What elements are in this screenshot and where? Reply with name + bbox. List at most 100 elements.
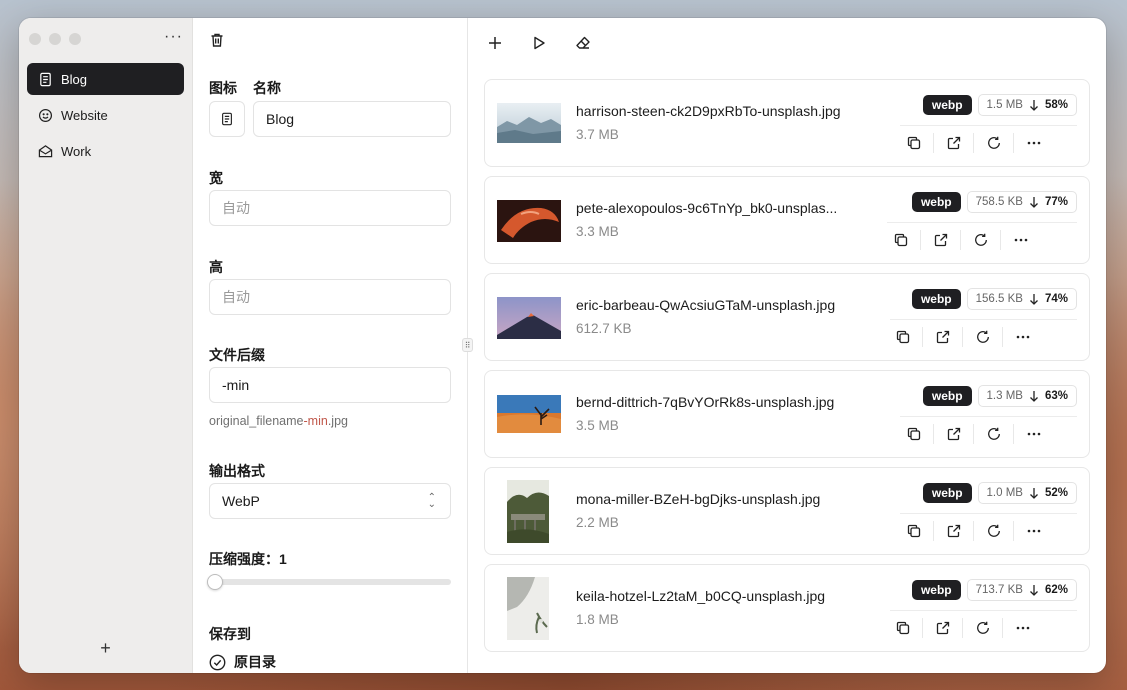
file-card[interactable]: harrison-steen-ck2D9pxRbTo-unsplash.jpg … (484, 79, 1090, 167)
copy-icon[interactable] (881, 230, 921, 250)
new-size: 1.0 MB (986, 487, 1023, 499)
open-external-icon[interactable] (934, 424, 974, 444)
size-stat: 758.5 KB 77% (966, 191, 1077, 213)
more-icon[interactable] (1014, 424, 1054, 444)
open-external-icon[interactable] (934, 133, 974, 153)
minimize-window-button[interactable] (49, 33, 61, 45)
reduction-percent: 52% (1044, 487, 1068, 499)
file-size: 1.8 MB (576, 612, 619, 627)
file-actions (894, 133, 1054, 153)
suffix-input[interactable]: -min (209, 367, 451, 403)
eraser-icon[interactable] (572, 32, 594, 54)
save-option-label: 原目录 (234, 654, 276, 670)
compression-result: webp 1.5 MB 58% (922, 94, 1077, 116)
sidebar-item-blog[interactable]: Blog (27, 63, 184, 95)
chevron-up-down-icon: ⌃ ⌄ (427, 492, 436, 510)
suffix-label: 文件后缀 (209, 347, 265, 363)
add-icon[interactable] (484, 32, 506, 54)
copy-icon[interactable] (883, 327, 923, 347)
file-size: 612.7 KB (576, 321, 632, 336)
copy-icon[interactable] (894, 424, 934, 444)
format-badge: webp (922, 386, 972, 406)
sidebar-item-work[interactable]: Work (27, 135, 184, 167)
image-thumbnail (497, 200, 561, 242)
height-label: 高 (209, 259, 223, 275)
file-card[interactable]: keila-hotzel-Lz2taM_b0CQ-unsplash.jpg 1.… (484, 564, 1090, 652)
name-label: 名称 (253, 80, 281, 96)
format-badge: webp (911, 289, 961, 309)
open-external-icon[interactable] (921, 230, 961, 250)
window-controls (29, 33, 81, 45)
icon-label: 图标 (209, 80, 237, 96)
trash-icon[interactable] (209, 32, 225, 48)
name-input[interactable]: Blog (253, 101, 451, 137)
file-card[interactable]: eric-barbeau-QwAcsiuGTaM-unsplash.jpg 61… (484, 273, 1090, 361)
sidebar-list: Blog Website Work (27, 63, 184, 171)
compression-result: webp 156.5 KB 74% (911, 288, 1077, 310)
zoom-window-button[interactable] (69, 33, 81, 45)
compression-label: 压缩强度：1 (209, 551, 287, 567)
compression-result: webp 713.7 KB 62% (911, 579, 1077, 601)
refresh-icon[interactable] (961, 230, 1001, 250)
arrow-down-icon (1029, 584, 1039, 596)
compression-slider[interactable] (207, 574, 451, 590)
copy-icon[interactable] (883, 618, 923, 638)
file-actions (881, 230, 1041, 250)
more-icon[interactable]: ··· (164, 28, 183, 46)
smiley-icon (38, 108, 53, 123)
file-size: 3.7 MB (576, 127, 619, 142)
reduction-percent: 62% (1044, 584, 1068, 596)
icon-picker-button[interactable] (209, 101, 245, 137)
file-actions (894, 424, 1054, 444)
play-icon[interactable] (528, 32, 550, 54)
refresh-icon[interactable] (974, 521, 1014, 541)
more-icon[interactable] (1001, 230, 1041, 250)
height-input[interactable]: 自动 (209, 279, 451, 315)
document-icon (220, 112, 234, 126)
compression-result: webp 1.0 MB 52% (922, 482, 1077, 504)
suffix-hint: original_filename-min.jpg (209, 414, 348, 428)
new-size: 758.5 KB (975, 196, 1023, 208)
image-thumbnail (497, 297, 561, 339)
icon-name-labels: 图标 名称 (209, 78, 281, 98)
file-name: bernd-dittrich-7qBvYOrRk8s-unsplash.jpg (576, 394, 835, 410)
file-name: eric-barbeau-QwAcsiuGTaM-unsplash.jpg (576, 297, 836, 313)
divider (890, 319, 1077, 320)
refresh-icon[interactable] (974, 424, 1014, 444)
more-icon[interactable] (1003, 327, 1043, 347)
refresh-icon[interactable] (963, 618, 1003, 638)
sidebar-item-label: Blog (61, 71, 88, 87)
more-icon[interactable] (1014, 133, 1054, 153)
compression-result: webp 1.3 MB 63% (922, 385, 1077, 407)
divider (890, 610, 1077, 611)
file-card[interactable]: pete-alexopoulos-9c6TnYp_bk0-unsplas... … (484, 176, 1090, 264)
new-size: 156.5 KB (975, 293, 1023, 305)
copy-icon[interactable] (894, 521, 934, 541)
reduction-percent: 77% (1044, 196, 1068, 208)
image-thumbnail (507, 480, 549, 543)
copy-icon[interactable] (894, 133, 934, 153)
more-icon[interactable] (1003, 618, 1043, 638)
panel-resize-handle[interactable]: ⠿ (462, 338, 473, 352)
open-external-icon[interactable] (923, 327, 963, 347)
slider-thumb[interactable] (207, 574, 223, 590)
file-size: 2.2 MB (576, 515, 619, 530)
close-window-button[interactable] (29, 33, 41, 45)
size-stat: 1.3 MB 63% (977, 385, 1077, 407)
refresh-icon[interactable] (974, 133, 1014, 153)
add-group-button[interactable]: + (19, 638, 192, 659)
more-icon[interactable] (1014, 521, 1054, 541)
refresh-icon[interactable] (963, 327, 1003, 347)
file-card[interactable]: bernd-dittrich-7qBvYOrRk8s-unsplash.jpg … (484, 370, 1090, 458)
sidebar-item-website[interactable]: Website (27, 99, 184, 131)
settings-panel: 图标 名称 Blog 宽 自动 高 自动 文件后缀 -min original_… (193, 18, 473, 673)
file-card[interactable]: mona-miller-BZeH-bgDjks-unsplash.jpg 2.2… (484, 467, 1090, 555)
open-external-icon[interactable] (923, 618, 963, 638)
file-list-area: harrison-steen-ck2D9pxRbTo-unsplash.jpg … (468, 18, 1106, 673)
width-input[interactable]: 自动 (209, 190, 451, 226)
format-select[interactable]: WebP ⌃ ⌄ (209, 483, 451, 519)
new-size: 1.3 MB (986, 390, 1023, 402)
open-external-icon[interactable] (934, 521, 974, 541)
new-size: 713.7 KB (975, 584, 1023, 596)
save-option-original[interactable]: 原目录 (209, 652, 276, 672)
